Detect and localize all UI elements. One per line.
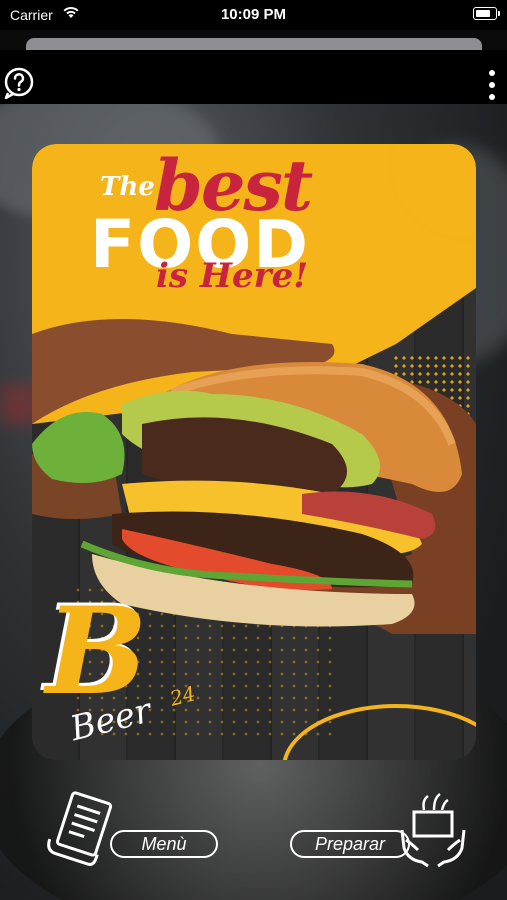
prepare-button-label: Preparar (314, 833, 386, 854)
top-bar (0, 50, 507, 104)
sheet-background-card (26, 38, 482, 50)
prepare-button[interactable]: Preparar (290, 830, 410, 858)
promo-poster: best The FOOD is Here! B Beer 24 (32, 144, 476, 760)
headline-is-here: is Here! (156, 256, 309, 296)
status-bar: Carrier 10:09 PM (0, 0, 507, 30)
vertical-ellipsis-icon[interactable] (485, 70, 499, 100)
menu-button[interactable]: Menù (110, 830, 218, 858)
beer24-logo: B Beer 24 (40, 592, 220, 752)
logo-number: 24 (167, 681, 198, 711)
menu-document-icon[interactable] (40, 790, 120, 870)
battery-icon (473, 7, 500, 20)
hands-serving-icon[interactable] (398, 790, 468, 868)
clock: 10:09 PM (220, 6, 287, 23)
headline-the: The (100, 172, 155, 202)
menu-button-label: Menù (141, 833, 187, 854)
question-bubble-icon[interactable] (3, 67, 35, 99)
bottom-actions: Menù Preparar (0, 780, 507, 900)
